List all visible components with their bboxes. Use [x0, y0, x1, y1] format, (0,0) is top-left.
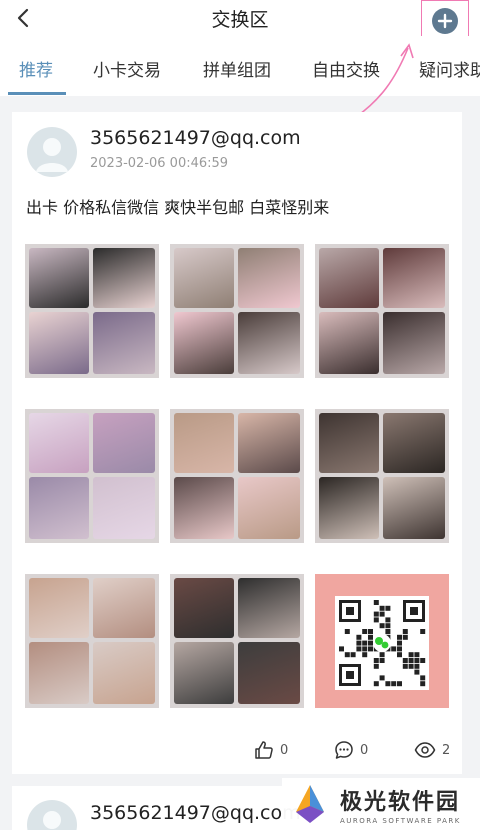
photocard	[174, 312, 234, 374]
thumbs-up-icon	[255, 741, 273, 759]
photocard	[93, 642, 155, 704]
photocard	[238, 642, 300, 704]
watermark-name-en: AURORA SOFTWARE PARK	[340, 816, 461, 825]
tab-recommended[interactable]: 推荐	[19, 56, 53, 81]
photocard	[383, 248, 445, 308]
like-button[interactable]: 0	[254, 740, 288, 760]
photocard	[93, 312, 155, 374]
watermark-name-cn: 极光软件园	[340, 789, 461, 815]
post-photo[interactable]	[25, 574, 159, 708]
page-title: 交换区	[211, 9, 269, 31]
photocard	[238, 578, 300, 638]
photocard	[383, 312, 445, 374]
photocard	[238, 248, 300, 308]
view-count-button: 2	[414, 740, 450, 760]
active-tab-indicator	[8, 92, 66, 95]
tab-free-exchange[interactable]: 自由交换	[312, 56, 380, 81]
photocard	[93, 578, 155, 638]
avatar[interactable]	[27, 800, 77, 830]
qr-code-icon	[335, 596, 429, 690]
photocard	[174, 248, 234, 308]
post-timestamp: 2023-02-06 00:46:59	[90, 156, 229, 171]
photocard	[238, 413, 300, 473]
photocard	[319, 477, 379, 539]
photocard	[29, 642, 89, 704]
photocard	[238, 477, 300, 539]
photocard	[29, 578, 89, 638]
aurora-logo-icon	[296, 785, 324, 823]
chat-bubble-icon	[335, 741, 353, 759]
post-photo[interactable]	[25, 244, 159, 378]
post-card[interactable]: 3565621497@qq.com 2023-02-06 00:46:59 出卡…	[12, 112, 462, 774]
photocard	[174, 578, 234, 638]
photo-grid	[25, 244, 449, 709]
tab-group-order[interactable]: 拼单组团	[203, 56, 271, 81]
photocard	[319, 413, 379, 473]
post-photo[interactable]	[315, 409, 449, 543]
post-photo[interactable]	[170, 409, 304, 543]
photocard	[174, 642, 234, 704]
post-photo[interactable]	[25, 409, 159, 543]
plus-circle-icon	[432, 8, 458, 34]
photocard	[29, 248, 89, 308]
category-tabs: 推荐 小卡交易 拼单组团 自由交换 疑问求助	[0, 36, 480, 96]
post-photo[interactable]	[170, 574, 304, 708]
photocard	[319, 248, 379, 308]
photocard	[319, 312, 379, 374]
qr-code-image[interactable]	[315, 574, 449, 708]
post-actions: 0 0 2	[12, 740, 462, 764]
photocard	[93, 477, 155, 539]
photocard	[238, 312, 300, 374]
comment-count: 0	[360, 742, 369, 758]
avatar[interactable]	[27, 127, 77, 177]
photocard	[174, 477, 234, 539]
username[interactable]: 3565621497@qq.com	[90, 802, 301, 824]
post-text: 出卡 价格私信微信 爽快半包邮 白菜怪别来	[26, 198, 330, 217]
photocard	[383, 477, 445, 539]
photocard	[93, 248, 155, 308]
username[interactable]: 3565621497@qq.com	[90, 127, 301, 149]
eye-icon	[414, 742, 436, 758]
tab-help[interactable]: 疑问求助	[419, 56, 480, 81]
photocard	[383, 413, 445, 473]
photocard	[174, 413, 234, 473]
post-photo[interactable]	[315, 244, 449, 378]
view-count: 2	[442, 742, 451, 758]
watermark-logo: 极光软件园 AURORA SOFTWARE PARK	[282, 778, 480, 830]
tab-card-trading[interactable]: 小卡交易	[93, 56, 161, 81]
app-header: 交换区	[0, 0, 480, 42]
like-count: 0	[280, 742, 289, 758]
photocard	[93, 413, 155, 473]
post-photo[interactable]	[170, 244, 304, 378]
photocard	[29, 413, 89, 473]
comment-button[interactable]: 0	[334, 740, 368, 760]
photocard	[29, 312, 89, 374]
photocard	[29, 477, 89, 539]
